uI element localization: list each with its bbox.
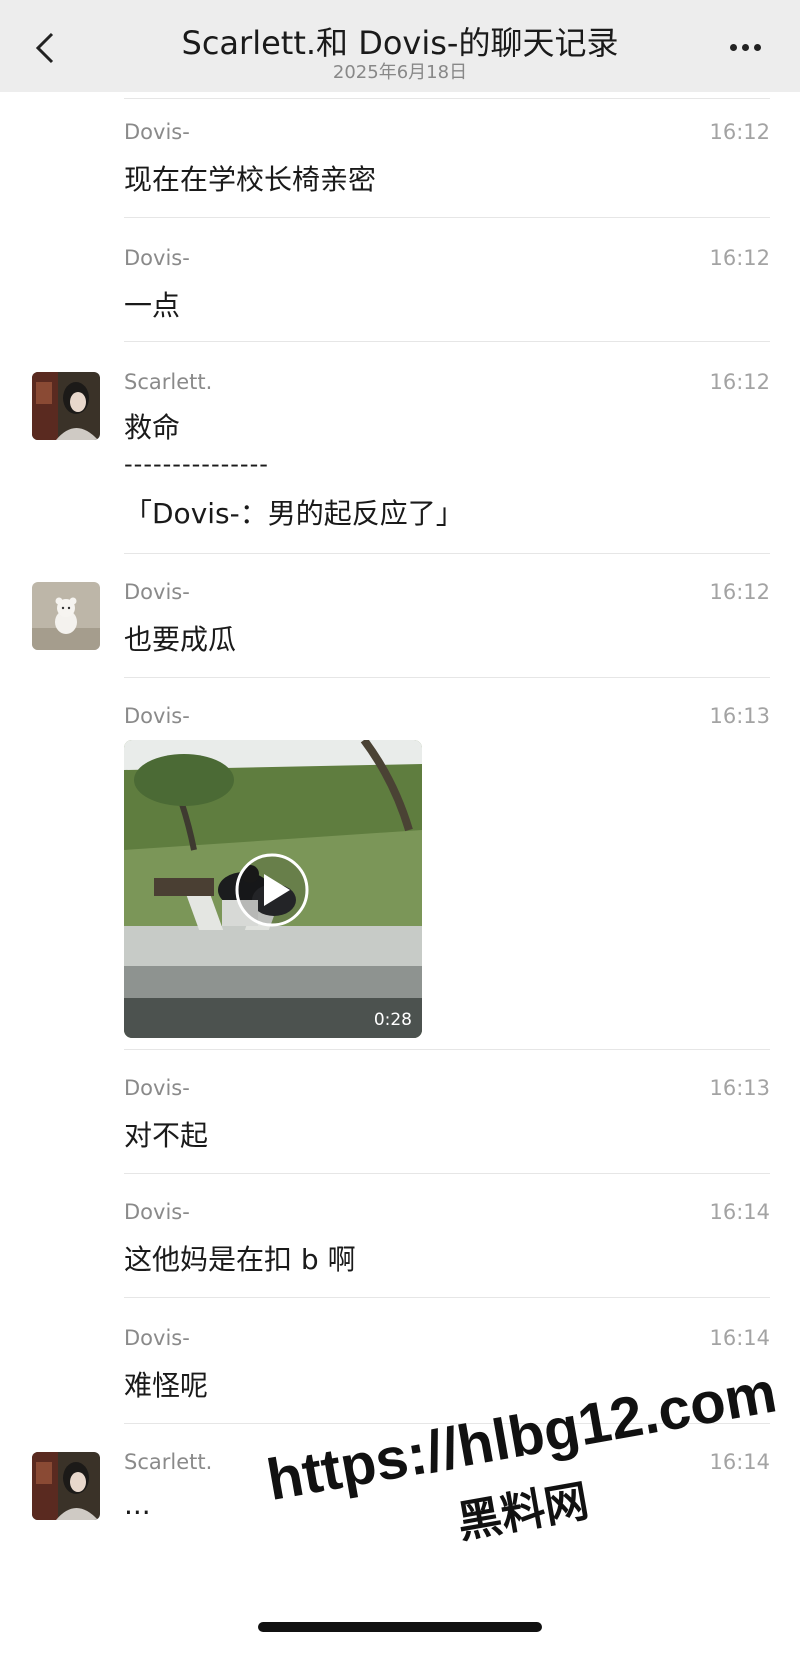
message-item[interactable]: Dovis- 16:14 难怪呢 <box>124 1326 770 1424</box>
video-thumbnail[interactable]: 0:28 <box>124 740 422 1038</box>
more-dots-icon[interactable] <box>730 36 770 56</box>
play-icon[interactable] <box>234 852 310 928</box>
sender-name: Dovis- <box>124 1076 190 1100</box>
message-time: 16:13 <box>709 704 770 728</box>
sender-name: Dovis- <box>124 580 190 604</box>
divider <box>124 677 770 678</box>
message-item[interactable]: Dovis- 16:13 0:28 <box>124 704 770 1050</box>
home-indicator[interactable] <box>258 1622 542 1632</box>
message-time: 16:12 <box>709 580 770 604</box>
sender-name: Dovis- <box>124 704 190 728</box>
avatar-scarlett[interactable] <box>32 1452 100 1520</box>
message-time: 16:14 <box>709 1450 770 1474</box>
divider <box>124 341 770 342</box>
avatar-scarlett[interactable] <box>32 372 100 440</box>
message-item[interactable]: Dovis- 16:12 一点 <box>124 246 770 342</box>
divider <box>124 1423 770 1424</box>
avatar-dovis[interactable] <box>32 582 100 650</box>
quote-divider: --------------- <box>124 450 269 478</box>
sender-name: Scarlett. <box>124 370 213 394</box>
sender-name: Dovis- <box>124 1326 190 1350</box>
message-time: 16:14 <box>709 1200 770 1224</box>
sender-name: Dovis- <box>124 246 190 270</box>
message-text: 这他妈是在扣 b 啊 <box>124 1243 356 1276</box>
message-time: 16:12 <box>709 370 770 394</box>
divider <box>124 1173 770 1174</box>
chat-date: 2025年6月18日 <box>332 62 468 83</box>
message-item[interactable]: Scarlett. 16:14 ... <box>124 1450 770 1548</box>
message-time: 16:12 <box>709 246 770 270</box>
message-time: 16:13 <box>709 1076 770 1100</box>
message-item[interactable]: Dovis- 16:14 这他妈是在扣 b 啊 <box>124 1200 770 1298</box>
divider <box>124 217 770 218</box>
message-text: 也要成瓜 <box>124 623 237 656</box>
divider <box>124 98 770 99</box>
divider <box>124 1049 770 1050</box>
message-item[interactable]: Scarlett. 16:12 救命 --------------- 「Dovi… <box>124 370 770 554</box>
message-text: 难怪呢 <box>124 1369 209 1402</box>
message-text: 救命 <box>124 411 181 444</box>
message-time: 16:12 <box>709 120 770 144</box>
sender-name: Dovis- <box>124 1200 190 1224</box>
divider <box>124 553 770 554</box>
message-text: 对不起 <box>124 1119 209 1152</box>
divider <box>124 1297 770 1298</box>
message-text: ... <box>124 1488 151 1521</box>
message-time: 16:14 <box>709 1326 770 1350</box>
message-item[interactable]: Dovis- 16:12 现在在学校长椅亲密 <box>124 120 770 218</box>
message-text: 现在在学校长椅亲密 <box>124 163 377 196</box>
sender-name: Scarlett. <box>124 1450 213 1474</box>
message-item[interactable]: Dovis- 16:13 对不起 <box>124 1076 770 1174</box>
video-duration: 0:28 <box>373 1010 412 1030</box>
chat-history-header: Scarlett.和 Dovis-的聊天记录 2025年6月18日 <box>0 0 800 92</box>
message-text: 一点 <box>124 289 181 322</box>
sender-name: Dovis- <box>124 120 190 144</box>
quoted-message: 「Dovis-：男的起反应了」 <box>124 497 464 530</box>
message-item[interactable]: Dovis- 16:12 也要成瓜 <box>124 580 770 678</box>
